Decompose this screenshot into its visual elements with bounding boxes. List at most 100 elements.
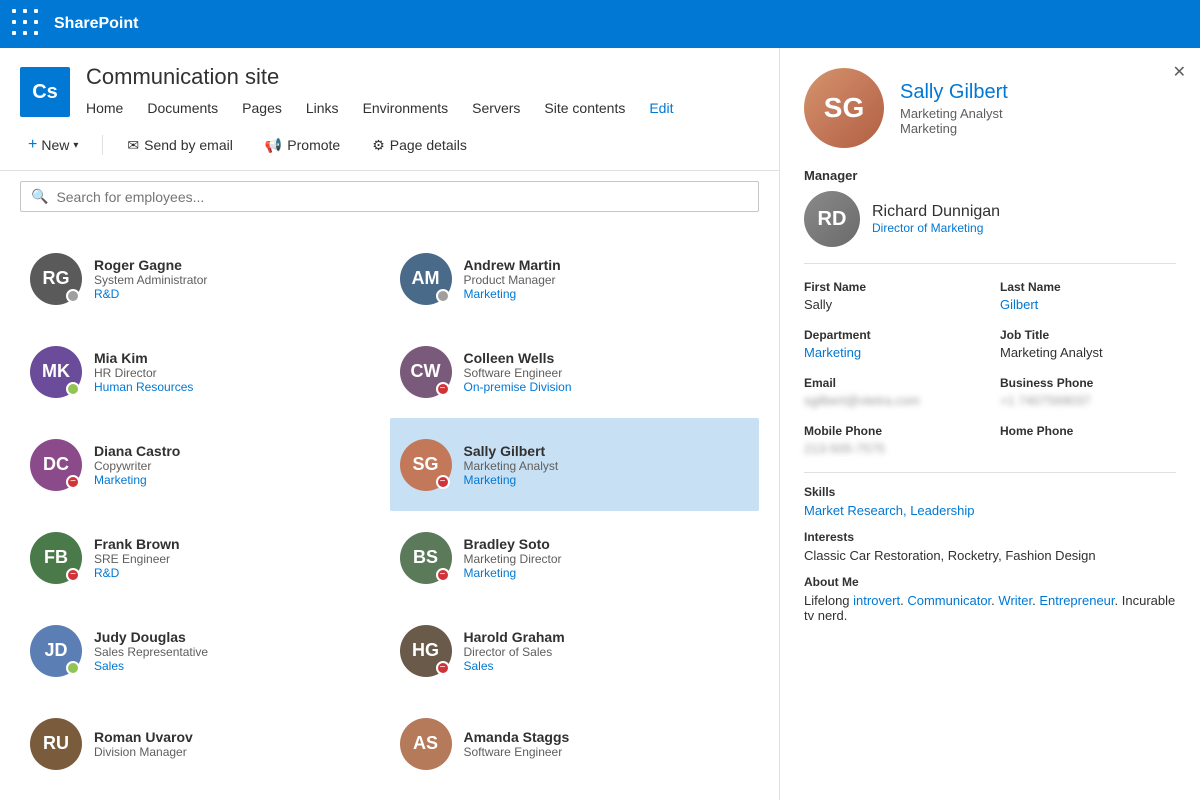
emp-title: Sales Representative bbox=[94, 645, 208, 659]
nav-home[interactable]: Home bbox=[86, 96, 135, 120]
avatar: RU bbox=[30, 718, 82, 770]
emp-dept: Marketing bbox=[464, 287, 561, 301]
promote-button[interactable]: 📢 Promote bbox=[257, 131, 348, 160]
about-link-communicator[interactable]: Communicator bbox=[907, 593, 991, 608]
employee-card[interactable]: BS Bradley Soto Marketing Director Marke… bbox=[390, 511, 760, 604]
new-button[interactable]: + New ▾ bbox=[20, 130, 86, 160]
emp-info: Sally Gilbert Marketing Analyst Marketin… bbox=[464, 443, 559, 487]
profile-avatar-image: SG bbox=[804, 68, 884, 148]
emp-dept: Marketing bbox=[94, 473, 180, 487]
employee-card[interactable]: RU Roman Uvarov Division Manager bbox=[20, 697, 390, 790]
toolbar-separator bbox=[102, 135, 103, 155]
avatar-wrap: JD bbox=[30, 625, 82, 677]
send-email-button[interactable]: ✉ Send by email bbox=[119, 131, 240, 160]
last-name-label: Last Name bbox=[1000, 280, 1176, 294]
top-bar: SharePoint bbox=[0, 0, 1200, 48]
nav-environments[interactable]: Environments bbox=[351, 96, 461, 120]
app-launcher[interactable] bbox=[12, 9, 42, 39]
nav-pages[interactable]: Pages bbox=[230, 96, 294, 120]
nav-links[interactable]: Links bbox=[294, 96, 351, 120]
manager-info: Richard Dunnigan Director of Marketing bbox=[872, 203, 1000, 235]
about-label: About Me bbox=[804, 575, 1176, 589]
avatar-wrap: DC bbox=[30, 439, 82, 491]
site-name: Communication site bbox=[86, 64, 685, 90]
employee-card[interactable]: HG Harold Graham Director of Sales Sales bbox=[390, 604, 760, 697]
email-item: Email sgilbert@vtetra.com bbox=[804, 376, 980, 408]
email-label: Send by email bbox=[144, 137, 233, 153]
close-button[interactable]: ✕ bbox=[1173, 62, 1186, 82]
employee-card[interactable]: SG Sally Gilbert Marketing Analyst Marke… bbox=[390, 418, 760, 511]
employee-card[interactable]: RG Roger Gagne System Administrator R&D bbox=[20, 232, 390, 325]
last-name-item: Last Name Gilbert bbox=[1000, 280, 1176, 312]
emp-title: Copywriter bbox=[94, 459, 180, 473]
promote-icon: 📢 bbox=[265, 137, 282, 154]
employee-card[interactable]: DC Diana Castro Copywriter Marketing bbox=[20, 418, 390, 511]
status-dot bbox=[436, 382, 450, 396]
profile-info: Sally Gilbert Marketing Analyst Marketin… bbox=[900, 81, 1008, 136]
emp-info: Roger Gagne System Administrator R&D bbox=[94, 257, 207, 301]
avatar-wrap: FB bbox=[30, 532, 82, 584]
emp-dept: R&D bbox=[94, 566, 180, 580]
emp-name: Sally Gilbert bbox=[464, 443, 559, 459]
employee-card[interactable]: CW Colleen Wells Software Engineer On-pr… bbox=[390, 325, 760, 418]
business-phone-label: Business Phone bbox=[1000, 376, 1176, 390]
avatar-wrap: AM bbox=[400, 253, 452, 305]
mobile-phone-value: 213-505-7575 bbox=[804, 441, 980, 456]
right-panel: ✕ SG Sally Gilbert Marketing Analyst Mar… bbox=[780, 48, 1200, 800]
left-panel: Cs Communication site Home Documents Pag… bbox=[0, 48, 780, 800]
avatar-wrap: CW bbox=[400, 346, 452, 398]
nav-edit[interactable]: Edit bbox=[637, 96, 685, 120]
emp-title: Marketing Analyst bbox=[464, 459, 559, 473]
main-layout: Cs Communication site Home Documents Pag… bbox=[0, 48, 1200, 800]
job-title-value: Marketing Analyst bbox=[1000, 345, 1176, 360]
search-icon: 🔍 bbox=[31, 188, 48, 205]
emp-title: Software Engineer bbox=[464, 366, 572, 380]
details-grid: First Name Sally Last Name Gilbert Depar… bbox=[804, 263, 1176, 456]
emp-info: Mia Kim HR Director Human Resources bbox=[94, 350, 193, 394]
about-link-introvert[interactable]: introvert bbox=[853, 593, 900, 608]
app-title: SharePoint bbox=[54, 15, 138, 33]
avatar-wrap: RU bbox=[30, 718, 82, 770]
emp-dept: Sales bbox=[464, 659, 565, 673]
employee-card[interactable]: AS Amanda Staggs Software Engineer bbox=[390, 697, 760, 790]
skills-label: Skills bbox=[804, 485, 1176, 499]
emp-title: System Administrator bbox=[94, 273, 207, 287]
avatar-wrap: BS bbox=[400, 532, 452, 584]
emp-title: HR Director bbox=[94, 366, 193, 380]
job-title-item: Job Title Marketing Analyst bbox=[1000, 328, 1176, 360]
chevron-down-icon: ▾ bbox=[73, 140, 78, 151]
page-details-label: Page details bbox=[390, 137, 467, 153]
emp-name: Amanda Staggs bbox=[464, 729, 570, 745]
about-link-entrepreneur[interactable]: Entrepreneur bbox=[1039, 593, 1114, 608]
about-section: About Me Lifelong introvert. Communicato… bbox=[804, 575, 1176, 623]
emp-title: Division Manager bbox=[94, 745, 193, 759]
employee-card[interactable]: FB Frank Brown SRE Engineer R&D bbox=[20, 511, 390, 604]
gear-icon: ⚙ bbox=[372, 137, 385, 154]
skills-value: Market Research, Leadership bbox=[804, 503, 1176, 518]
about-link-writer[interactable]: Writer bbox=[998, 593, 1032, 608]
emp-name: Diana Castro bbox=[94, 443, 180, 459]
emp-info: Harold Graham Director of Sales Sales bbox=[464, 629, 565, 673]
employee-card[interactable]: MK Mia Kim HR Director Human Resources bbox=[20, 325, 390, 418]
nav-documents[interactable]: Documents bbox=[135, 96, 230, 120]
job-title-label: Job Title bbox=[1000, 328, 1176, 342]
emp-title: Software Engineer bbox=[464, 745, 570, 759]
mobile-phone-item: Mobile Phone 213-505-7575 bbox=[804, 424, 980, 456]
employee-card[interactable]: JD Judy Douglas Sales Representative Sal… bbox=[20, 604, 390, 697]
nav-servers[interactable]: Servers bbox=[460, 96, 532, 120]
avatar: AS bbox=[400, 718, 452, 770]
status-dot bbox=[66, 382, 80, 396]
department-label: Department bbox=[804, 328, 980, 342]
page-details-button[interactable]: ⚙ Page details bbox=[364, 131, 475, 160]
manager-title: Director of Marketing bbox=[872, 221, 1000, 235]
manager-name: Richard Dunnigan bbox=[872, 203, 1000, 221]
employee-card[interactable]: AM Andrew Martin Product Manager Marketi… bbox=[390, 232, 760, 325]
manager-card[interactable]: RD Richard Dunnigan Director of Marketin… bbox=[804, 191, 1176, 247]
interests-label: Interests bbox=[804, 530, 1176, 544]
status-dot bbox=[66, 289, 80, 303]
manager-avatar: RD bbox=[804, 191, 860, 247]
emp-name: Colleen Wells bbox=[464, 350, 572, 366]
mobile-phone-label: Mobile Phone bbox=[804, 424, 980, 438]
search-input[interactable] bbox=[56, 189, 748, 205]
nav-site-contents[interactable]: Site contents bbox=[532, 96, 637, 120]
